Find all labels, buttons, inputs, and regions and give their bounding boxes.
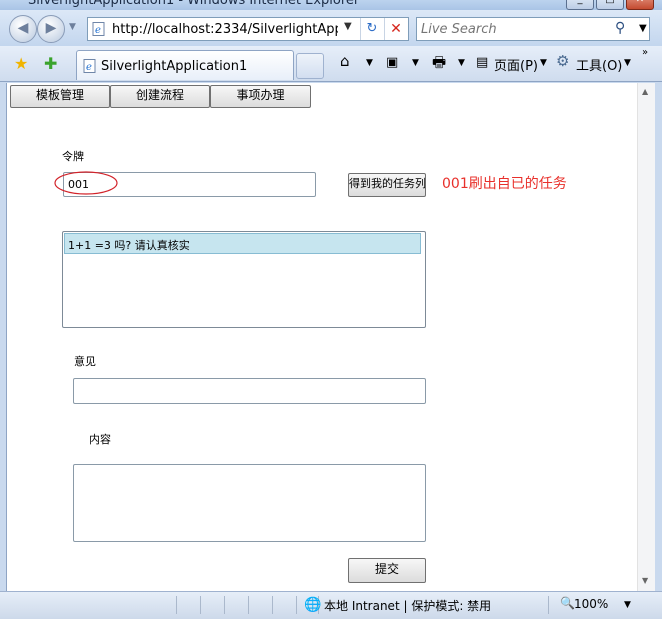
status-divider <box>200 596 201 614</box>
search-input[interactable] <box>421 21 601 37</box>
submit-button[interactable]: 提交 <box>348 558 426 583</box>
minimize-button[interactable]: _ <box>566 0 594 10</box>
address-url[interactable]: http://localhost:2334/SilverlightApplica… <box>112 22 338 37</box>
address-bar[interactable]: e http://localhost:2334/SilverlightAppli… <box>87 17 409 41</box>
svg-text:e: e <box>86 62 92 73</box>
zoom-dropdown-icon[interactable]: ▼ <box>624 600 631 610</box>
list-item[interactable]: 1+1 =3 吗? 请认真核实 <box>64 233 421 254</box>
feeds-icon[interactable]: ▣ <box>386 55 398 70</box>
print-icon[interactable]: 🖶 <box>432 52 446 77</box>
nav-button-create-flow[interactable]: 创建流程 <box>110 85 210 108</box>
new-tab-button[interactable] <box>296 53 324 79</box>
status-divider <box>248 596 249 614</box>
status-divider <box>224 596 225 614</box>
gear-icon[interactable]: ⚙ <box>556 52 569 70</box>
history-dropdown-icon[interactable]: ▼ <box>69 22 76 32</box>
stop-icon[interactable]: ✕ <box>384 18 407 40</box>
forward-button[interactable]: ▶ <box>37 15 65 43</box>
nav-button-template[interactable]: 模板管理 <box>10 85 110 108</box>
tab-active[interactable]: e SilverlightApplication1 <box>76 50 294 80</box>
svg-text:e: e <box>95 25 101 36</box>
status-divider <box>272 596 273 614</box>
status-bar: 🌐 本地 Intranet | 保护模式: 禁用 🔍 100% ▼ <box>0 591 662 619</box>
globe-icon: 🌐 <box>304 597 322 613</box>
feeds-dropdown-icon[interactable]: ▼ <box>412 58 419 68</box>
task-list[interactable]: 1+1 =3 吗? 请认真核实 <box>62 231 426 328</box>
home-dropdown-icon[interactable]: ▼ <box>366 58 373 68</box>
ie-page-icon: e <box>83 59 96 73</box>
search-box[interactable]: ⚲ ▼ <box>416 17 650 41</box>
content-textarea[interactable] <box>73 464 426 542</box>
toolbar-overflow-icon[interactable]: » <box>642 47 648 58</box>
page-menu[interactable]: 页面(P) <box>494 55 538 74</box>
content-label: 内容 <box>89 433 111 446</box>
zoom-icon[interactable]: 🔍 <box>560 596 575 610</box>
tools-menu[interactable]: 工具(O) <box>576 55 622 74</box>
page-dropdown-icon[interactable]: ▼ <box>540 58 547 68</box>
zoom-level[interactable]: 100% <box>574 597 608 611</box>
status-divider <box>548 596 549 614</box>
annotation-text: 001刷出自已的任务 <box>442 176 567 192</box>
page-icon[interactable]: ▤ <box>476 55 488 70</box>
opinion-input[interactable] <box>78 384 418 397</box>
maximize-button[interactable]: □ <box>596 0 624 10</box>
list-item-text: 1+1 =3 吗? 请认真核实 <box>68 239 190 252</box>
opinion-label: 意见 <box>74 355 96 368</box>
window-frame-right <box>655 83 662 591</box>
status-divider <box>176 596 177 614</box>
search-icon[interactable]: ⚲ <box>615 20 625 36</box>
back-button[interactable]: ◀ <box>9 15 37 43</box>
add-favorites-icon[interactable]: ✚ <box>44 54 57 73</box>
vertical-scrollbar[interactable]: ▲ ▼ <box>637 83 655 591</box>
favorites-star-icon[interactable]: ★ <box>14 54 28 73</box>
highlight-ellipse <box>54 171 118 195</box>
ie-page-icon: e <box>92 22 105 36</box>
print-dropdown-icon[interactable]: ▼ <box>458 58 465 68</box>
opinion-field[interactable] <box>73 378 426 404</box>
address-row: ◀ ▶ ▼ e http://localhost:2334/Silverligh… <box>0 10 662 46</box>
title-bar: SilverlightApplication1 - Windows Intern… <box>0 0 662 10</box>
chevron-down-icon[interactable]: ▼ <box>344 21 352 32</box>
nav-button-tasks[interactable]: 事项办理 <box>210 85 311 108</box>
security-zone-text[interactable]: 本地 Intranet | 保护模式: 禁用 <box>324 597 491 614</box>
status-divider <box>296 596 297 614</box>
scroll-down-icon[interactable]: ▼ <box>642 576 648 585</box>
tools-dropdown-icon[interactable]: ▼ <box>624 58 631 68</box>
tab-toolbar-row: ★ ✚ e SilverlightApplication1 ⌂ ▼ ▣ ▼ 🖶 … <box>0 46 662 82</box>
home-icon[interactable]: ⌂ <box>340 52 350 70</box>
silverlight-app: 模板管理 创建流程 事项办理 令牌 得到我的任务列表 001刷出自已的任务 1+… <box>6 83 637 591</box>
close-window-button[interactable]: ✕ <box>626 0 654 10</box>
search-options-icon[interactable]: ▼ <box>639 23 647 34</box>
window-title: SilverlightApplication1 - Windows Intern… <box>28 0 360 8</box>
token-label: 令牌 <box>62 150 84 163</box>
tab-title: SilverlightApplication1 <box>101 59 248 74</box>
refresh-icon[interactable]: ↻ <box>360 18 383 40</box>
get-tasks-button[interactable]: 得到我的任务列表 <box>348 173 426 197</box>
scroll-up-icon[interactable]: ▲ <box>642 87 648 96</box>
